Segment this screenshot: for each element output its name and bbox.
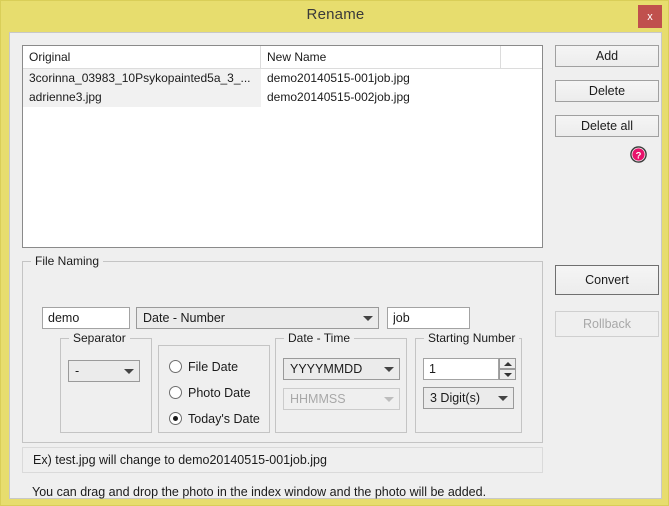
radio-photo-date[interactable]: Photo Date <box>169 384 251 402</box>
rollback-button: Rollback <box>555 311 659 337</box>
column-header-extra[interactable] <box>501 46 542 68</box>
digits-select-value: 3 Digit(s) <box>430 391 481 405</box>
date-format-select[interactable]: YYYYMMDD <box>283 358 400 380</box>
date-format-value: YYYYMMDD <box>290 362 363 376</box>
cell-original: adrienne3.jpg <box>23 88 261 107</box>
date-source-radio-group: File Date Photo Date Today's Date <box>158 345 270 433</box>
prefix-input[interactable] <box>42 307 130 329</box>
radio-label: Today's Date <box>188 412 260 426</box>
delete-all-button[interactable]: Delete all <box>555 115 659 137</box>
column-header-original[interactable]: Original <box>23 46 261 68</box>
time-format-value: HHMMSS <box>290 392 346 406</box>
date-time-legend: Date - Time <box>284 331 355 345</box>
separator-select[interactable]: - <box>68 360 140 382</box>
chevron-down-icon <box>363 316 373 321</box>
radio-indicator <box>169 360 182 373</box>
delete-button[interactable]: Delete <box>555 80 659 102</box>
separator-group: Separator <box>60 331 152 433</box>
radio-file-date[interactable]: File Date <box>169 358 238 376</box>
radio-label: File Date <box>188 360 239 374</box>
file-list[interactable]: Original New Name 3corinna_03983_10Psyko… <box>22 45 543 248</box>
date-time-group: Date - Time <box>275 331 407 433</box>
pattern-select-value: Date - Number <box>143 311 225 325</box>
radio-label: Photo Date <box>188 386 251 400</box>
cell-original: 3corinna_03983_10Psykopainted5a_3_... <box>23 69 261 88</box>
stepper-down-icon[interactable] <box>499 369 516 380</box>
separator-legend: Separator <box>69 331 130 345</box>
cell-new-name: demo20140515-001job.jpg <box>267 71 410 85</box>
add-button[interactable]: Add <box>555 45 659 67</box>
chevron-down-icon <box>124 369 134 374</box>
close-button[interactable]: x <box>638 5 662 28</box>
drag-drop-hint: You can drag and drop the photo in the i… <box>32 485 487 499</box>
rename-dialog-window: Rename x Original New Name 3corinna_0398… <box>0 0 669 506</box>
quantity-stepper[interactable] <box>499 358 516 380</box>
separator-select-value: - <box>75 364 80 378</box>
window-title: Rename <box>306 6 365 23</box>
svg-text:?: ? <box>636 150 642 161</box>
time-format-select: HHMMSS <box>283 388 400 410</box>
radio-indicator <box>169 386 182 399</box>
convert-button[interactable]: Convert <box>555 265 659 295</box>
file-list-header: Original New Name <box>23 46 542 69</box>
dialog-client-area: Original New Name 3corinna_03983_10Psyko… <box>9 32 662 499</box>
column-header-new-name[interactable]: New Name <box>261 46 501 68</box>
title-bar: Rename x <box>1 1 669 32</box>
table-row[interactable]: adrienne3.jpg demo20140515-002job.jpg <box>23 88 542 107</box>
file-naming-legend: File Naming <box>31 254 104 268</box>
stepper-up-icon[interactable] <box>499 358 516 369</box>
help-question-icon[interactable]: ? <box>630 146 647 163</box>
starting-number-legend: Starting Number <box>424 331 520 345</box>
radio-indicator <box>169 412 182 425</box>
starting-number-input[interactable] <box>423 358 499 380</box>
radio-todays-date[interactable]: Today's Date <box>169 410 260 428</box>
chevron-down-icon <box>384 397 394 402</box>
chevron-down-icon <box>384 367 394 372</box>
suffix-input[interactable] <box>387 307 470 329</box>
chevron-down-icon <box>498 396 508 401</box>
starting-number-group: Starting Number <box>415 331 522 433</box>
digits-select[interactable]: 3 Digit(s) <box>423 387 514 409</box>
example-preview: Ex) test.jpg will change to demo20140515… <box>22 447 543 473</box>
table-row[interactable]: 3corinna_03983_10Psykopainted5a_3_... de… <box>23 69 542 88</box>
cell-new-name: demo20140515-002job.jpg <box>267 90 410 104</box>
pattern-select[interactable]: Date - Number <box>136 307 379 329</box>
